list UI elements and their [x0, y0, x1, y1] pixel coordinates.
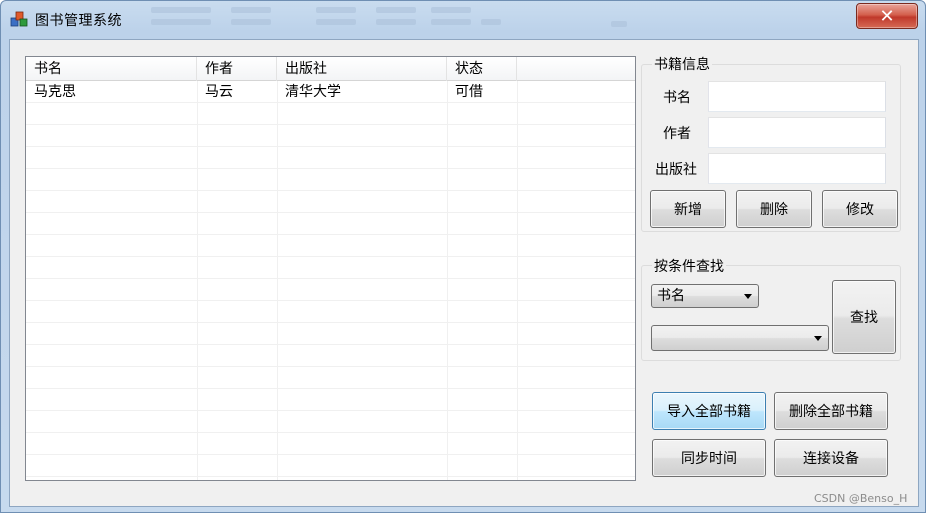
table-cell: 可借	[455, 84, 483, 100]
table-row[interactable]	[26, 367, 635, 389]
title-label: 书名	[663, 90, 691, 106]
client-area: 书名 作者 出版社 状态 马克思 马云 清华大学 可借 书籍信息 书名 作者 出版社	[9, 39, 919, 507]
delete-all-books-button[interactable]: 删除全部书籍	[774, 392, 888, 430]
search-button[interactable]: 查找	[832, 280, 896, 354]
window-title: 图书管理系统	[35, 13, 122, 29]
publisher-label: 出版社	[655, 162, 697, 178]
close-icon: ✕	[879, 5, 895, 27]
table-row[interactable]	[26, 455, 635, 477]
table-row[interactable]	[26, 345, 635, 367]
table-row[interactable]	[26, 103, 635, 125]
chevron-down-icon	[814, 336, 822, 341]
table-cell: 清华大学	[285, 84, 341, 100]
search-field-value: 书名	[657, 288, 685, 304]
connect-device-button[interactable]: 连接设备	[774, 439, 888, 477]
book-list-view[interactable]: 书名 作者 出版社 状态 马克思 马云 清华大学 可借	[25, 56, 636, 481]
author-label: 作者	[663, 126, 691, 142]
sync-time-button[interactable]: 同步时间	[652, 439, 766, 477]
column-header-author[interactable]: 作者	[197, 57, 277, 81]
add-book-button[interactable]: 新增	[650, 190, 726, 228]
edit-book-button[interactable]: 修改	[822, 190, 898, 228]
import-all-books-button[interactable]: 导入全部书籍	[652, 392, 766, 430]
publisher-input[interactable]	[708, 153, 886, 184]
table-row[interactable]	[26, 411, 635, 433]
app-window: 图书管理系统 ✕ 书名 作者 出版社 状态 马克思 马云 清华大学 可借 书籍信息 书…	[0, 0, 926, 513]
author-input[interactable]	[708, 117, 886, 148]
search-group-title: 按条件查找	[652, 256, 726, 276]
table-row[interactable]	[26, 235, 635, 257]
column-header-status[interactable]: 状态	[447, 57, 517, 81]
column-header-publisher[interactable]: 出版社	[277, 57, 447, 81]
table-cell: 马克思	[34, 84, 76, 100]
table-row[interactable]	[26, 323, 635, 345]
table-row[interactable]	[26, 191, 635, 213]
close-button[interactable]: ✕	[856, 3, 918, 29]
list-header: 书名 作者 出版社 状态	[26, 57, 635, 81]
watermark-text: CSDN @Benso_H	[814, 492, 908, 505]
title-bar[interactable]: 图书管理系统 ✕	[1, 1, 925, 37]
table-row[interactable]	[26, 301, 635, 323]
search-value-select[interactable]	[651, 325, 829, 351]
table-row[interactable]	[26, 147, 635, 169]
table-row[interactable]	[26, 279, 635, 301]
title-input[interactable]	[708, 81, 886, 112]
column-header-filler	[517, 57, 635, 81]
book-info-group-title: 书籍信息	[652, 54, 712, 74]
table-row[interactable]	[26, 257, 635, 279]
table-row[interactable]	[26, 169, 635, 191]
table-row[interactable]: 马克思 马云 清华大学 可借	[26, 81, 635, 103]
table-row[interactable]	[26, 213, 635, 235]
app-icon[interactable]	[10, 10, 28, 28]
chevron-down-icon	[744, 294, 752, 299]
search-field-select[interactable]: 书名	[651, 284, 759, 308]
table-row[interactable]	[26, 433, 635, 455]
table-row[interactable]	[26, 389, 635, 411]
table-cell: 马云	[205, 84, 233, 100]
column-header-title[interactable]: 书名	[26, 57, 197, 81]
table-row[interactable]	[26, 125, 635, 147]
table-cell	[517, 81, 635, 103]
delete-book-button[interactable]: 删除	[736, 190, 812, 228]
